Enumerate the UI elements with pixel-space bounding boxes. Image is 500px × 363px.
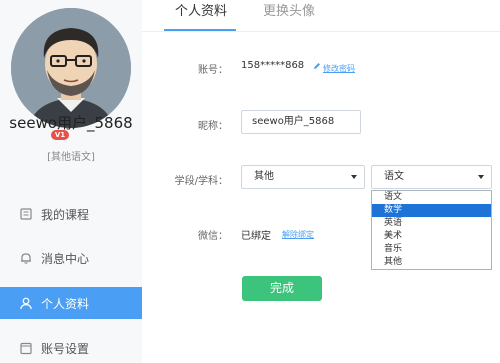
- bell-icon: [21, 253, 31, 264]
- sidebar-item-label: 账号设置: [41, 341, 90, 356]
- pencil-icon: [314, 63, 320, 69]
- subject-select[interactable]: 语文: [371, 165, 492, 189]
- account-value: 158*****868: [241, 60, 305, 71]
- dropdown-option[interactable]: 数学: [372, 204, 491, 217]
- tab-divider: [142, 31, 500, 32]
- sidebar-item-label: 个人资料: [41, 296, 90, 311]
- dropdown-option[interactable]: 美术: [372, 230, 491, 243]
- user-icon: [20, 297, 32, 310]
- dropdown-option[interactable]: 英语: [372, 217, 491, 230]
- unbind-wechat-link[interactable]: 解除绑定: [282, 229, 314, 240]
- avatar-illustration: [11, 8, 131, 128]
- subject-dropdown: 语文 数学 英语 美术 音乐 其他: [371, 190, 492, 270]
- vip-badge: V1: [51, 130, 69, 140]
- sidebar-item-label: 消息中心: [41, 251, 90, 266]
- nickname-label: 昵称：: [198, 121, 228, 132]
- username: seewo用户_5868: [9, 114, 133, 132]
- settings-icon: [20, 342, 32, 355]
- course-icon: [20, 208, 32, 220]
- sidebar: seewo用户_5868 V1 [其他语文] 我的课程 消息中心 个人资料 账号…: [0, 0, 142, 363]
- chevron-down-icon: [351, 175, 357, 179]
- stage-select[interactable]: 其他: [241, 165, 365, 189]
- change-password-link[interactable]: 修改密码: [323, 63, 355, 74]
- stage-select-value: 其他: [254, 171, 274, 182]
- page: seewo用户_5868 V1 [其他语文] 我的课程 消息中心 个人资料 账号…: [0, 0, 500, 363]
- sidebar-item-profile[interactable]: 个人资料: [0, 287, 142, 319]
- dropdown-option[interactable]: 其他: [372, 256, 491, 269]
- account-label: 账号：: [198, 65, 228, 76]
- chevron-down-icon: [478, 175, 484, 179]
- dropdown-option[interactable]: 语文: [372, 191, 491, 204]
- dropdown-option[interactable]: 音乐: [372, 243, 491, 256]
- stage-subject-label: 学段/学科：: [174, 176, 228, 187]
- tab-profile[interactable]: 个人资料: [168, 0, 234, 30]
- sidebar-item-label: 我的课程: [41, 207, 90, 222]
- sidebar-item-messages[interactable]: 消息中心: [0, 242, 142, 274]
- subject-select-value: 语文: [384, 171, 404, 182]
- done-button[interactable]: 完成: [242, 276, 322, 301]
- nickname-input[interactable]: seewo用户_5868: [241, 110, 361, 134]
- wechat-status: 已绑定: [241, 231, 271, 242]
- avatar: [11, 8, 131, 128]
- sidebar-item-account-settings[interactable]: 账号设置: [0, 332, 142, 363]
- wechat-label: 微信：: [198, 231, 228, 242]
- tab-change-avatar[interactable]: 更换头像: [263, 0, 315, 30]
- user-subject: [其他语文]: [47, 152, 95, 163]
- sidebar-item-my-courses[interactable]: 我的课程: [0, 198, 142, 230]
